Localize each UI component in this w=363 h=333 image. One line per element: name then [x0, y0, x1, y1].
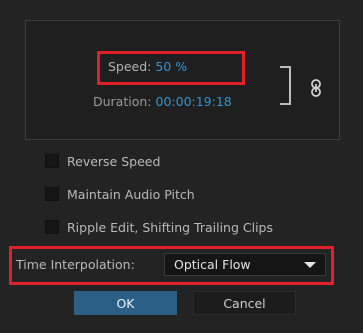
time-interpolation-select[interactable]: Optical Flow: [164, 253, 326, 276]
ripple-edit-checkbox[interactable]: [45, 220, 59, 234]
triangle-down-icon: [304, 262, 316, 268]
duration-field[interactable]: Duration: 00:00:19:18: [93, 94, 232, 109]
link-bracket: [280, 66, 291, 105]
time-interpolation-label: Time Interpolation:: [16, 257, 135, 272]
maintain-audio-pitch-label: Maintain Audio Pitch: [67, 186, 195, 202]
reverse-speed-option[interactable]: Reverse Speed: [45, 152, 160, 170]
reverse-speed-checkbox[interactable]: [45, 154, 59, 168]
speed-value[interactable]: 50: [155, 59, 171, 74]
duration-label: Duration:: [93, 94, 152, 109]
clip-speed-duration-dialog: Speed: 50 % Duration: 00:00:19:18 Revers…: [0, 0, 363, 333]
maintain-audio-pitch-option[interactable]: Maintain Audio Pitch: [45, 185, 195, 203]
maintain-audio-pitch-checkbox[interactable]: [45, 187, 59, 201]
chain-link-icon[interactable]: [310, 79, 322, 97]
speed-label: Speed:: [108, 59, 152, 74]
time-interpolation-value: Optical Flow: [174, 257, 251, 272]
ripple-edit-label: Ripple Edit, Shifting Trailing Clips: [67, 219, 273, 235]
speed-field[interactable]: Speed: 50 %: [108, 59, 187, 74]
duration-value[interactable]: 00:00:19:18: [156, 94, 232, 109]
ok-button[interactable]: OK: [74, 291, 177, 315]
cancel-button[interactable]: Cancel: [193, 291, 296, 315]
ripple-edit-option[interactable]: Ripple Edit, Shifting Trailing Clips: [45, 218, 273, 236]
speed-unit: %: [175, 59, 188, 74]
reverse-speed-label: Reverse Speed: [67, 153, 161, 169]
